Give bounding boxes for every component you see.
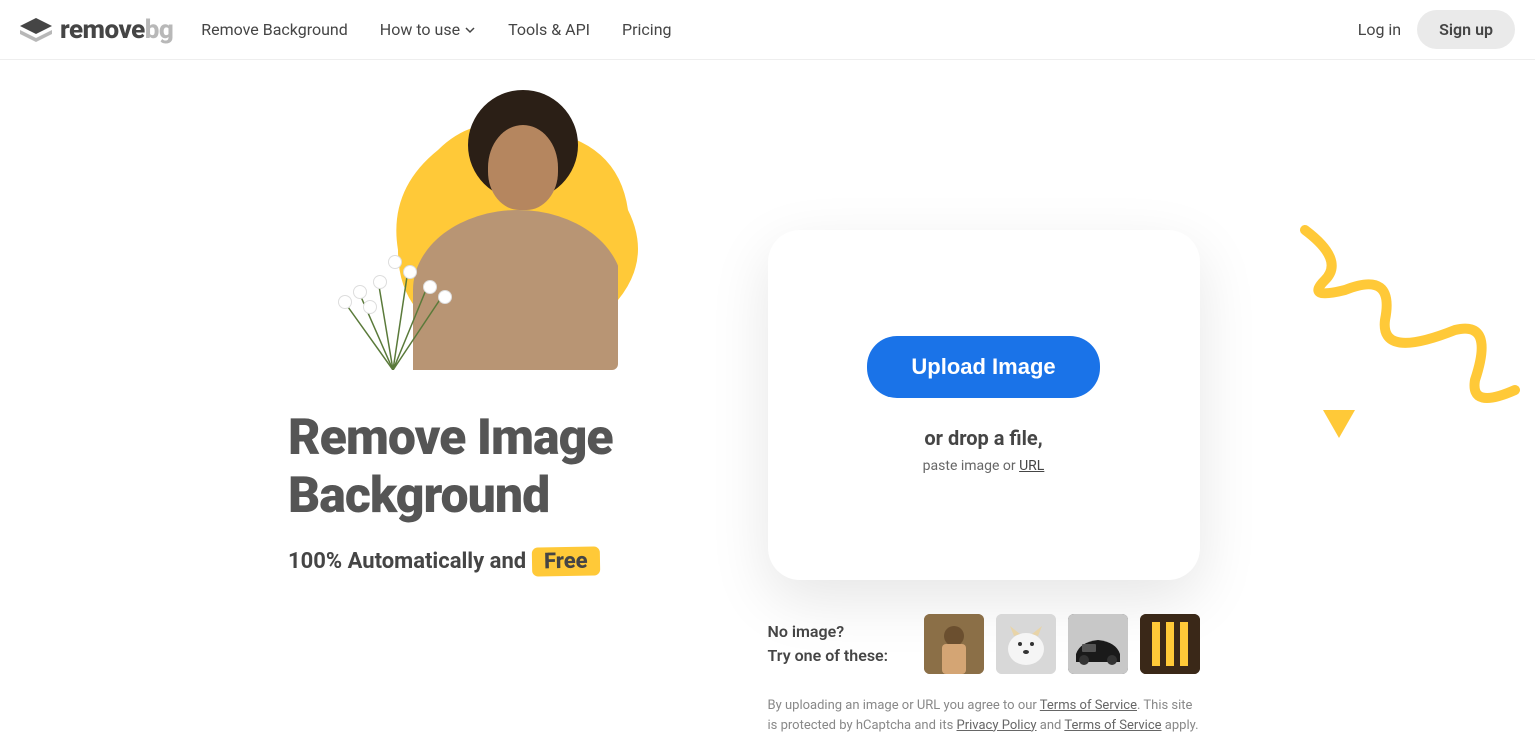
drop-file-text: or drop a file, xyxy=(923,426,1045,450)
auth-section: Log in Sign up xyxy=(1358,10,1515,49)
hero-left: Remove ImageBackground 100% Automaticall… xyxy=(0,90,768,737)
url-link[interactable]: URL xyxy=(1019,458,1044,474)
free-badge: Free xyxy=(531,546,599,576)
nav-pricing[interactable]: Pricing xyxy=(622,20,672,39)
nav-tools-api[interactable]: Tools & API xyxy=(508,20,590,39)
samples-prompt: No image?Try one of these: xyxy=(768,620,889,668)
signup-button[interactable]: Sign up xyxy=(1417,10,1515,49)
nav-remove-background[interactable]: Remove Background xyxy=(201,20,348,39)
upload-card[interactable]: Upload Image or drop a file, paste image… xyxy=(768,230,1200,580)
login-link[interactable]: Log in xyxy=(1358,20,1401,39)
hero-right: Upload Image or drop a file, paste image… xyxy=(768,90,1535,737)
hero-subtitle: 100% Automatically and Free xyxy=(288,547,768,576)
main-content: Remove ImageBackground 100% Automaticall… xyxy=(0,60,1535,737)
privacy-policy-link[interactable]: Privacy Policy xyxy=(957,718,1037,733)
sample-thumb-3[interactable] xyxy=(1068,614,1128,674)
logo[interactable]: removebg xyxy=(20,15,173,45)
sample-thumbnails xyxy=(924,614,1200,674)
sample-thumb-2[interactable] xyxy=(996,614,1056,674)
sample-thumb-4[interactable] xyxy=(1140,614,1200,674)
legal-text: By uploading an image or URL you agree t… xyxy=(768,696,1200,735)
hero-title: Remove ImageBackground xyxy=(288,410,768,525)
main-nav: Remove Background How to use Tools & API… xyxy=(201,20,1357,39)
triangle-decoration xyxy=(1323,410,1355,438)
paste-text: paste image or URL xyxy=(923,458,1045,474)
logo-text: removebg xyxy=(60,15,173,45)
squiggle-decoration xyxy=(1295,220,1535,420)
upload-image-button[interactable]: Upload Image xyxy=(867,336,1099,398)
sample-thumb-1[interactable] xyxy=(924,614,984,674)
header: removebg Remove Background How to use To… xyxy=(0,0,1535,60)
logo-icon xyxy=(20,18,52,42)
terms-link-2[interactable]: Terms of Service xyxy=(1064,718,1161,733)
sample-images-section: No image?Try one of these: xyxy=(768,614,1200,674)
flowers-decoration xyxy=(318,200,468,370)
terms-link-1[interactable]: Terms of Service xyxy=(1040,698,1137,713)
nav-how-to-use[interactable]: How to use xyxy=(380,20,476,39)
hero-image xyxy=(318,90,678,370)
chevron-down-icon xyxy=(464,24,476,36)
